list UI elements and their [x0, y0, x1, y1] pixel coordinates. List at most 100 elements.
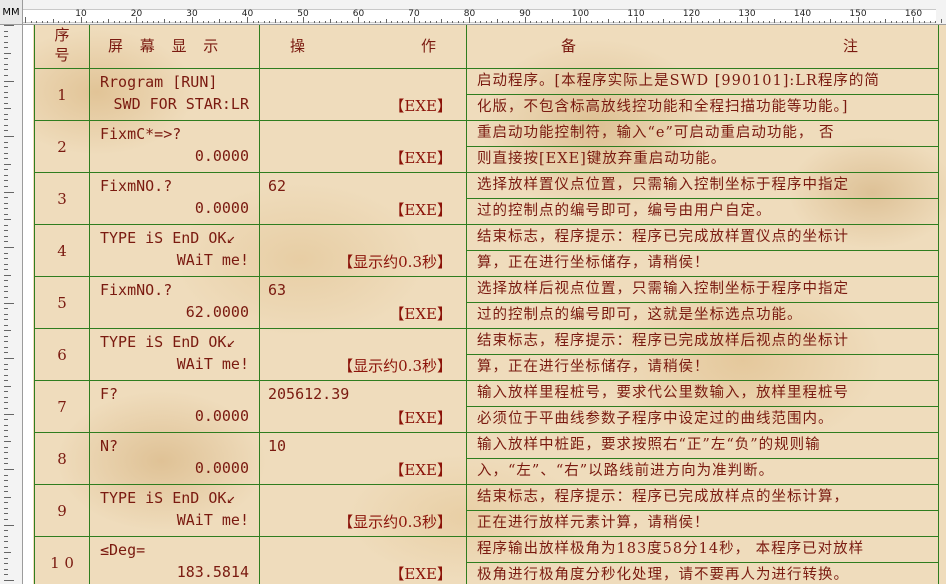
notes-line-2: 极角进行极角度分秒化处理，请不要再人为进行转换。	[477, 567, 849, 583]
ruler-tick-mark	[935, 21, 937, 23]
screen-display-line-1: Rrogram [RUN]	[100, 73, 218, 91]
ruler-tick-mark	[4, 130, 8, 132]
ruler-tick-mark	[4, 413, 14, 415]
ruler-tick-mark	[518, 21, 520, 23]
operation-cell: 63 【EXE】	[259, 276, 467, 329]
ruler-tick-mark	[713, 21, 715, 23]
ruler-tick-mark	[4, 230, 8, 232]
operation-cell: 205612.39 【EXE】	[259, 380, 467, 433]
ruler-tick-mark	[4, 25, 14, 26]
ruler-tick-mark	[202, 21, 204, 23]
row-index: 4	[34, 224, 90, 277]
horizontal-ruler[interactable]: 10 20 30 40 50 60 70 80 90 100 110 120 130 140 150 160	[23, 0, 946, 25]
ruler-tick-mark	[4, 197, 8, 199]
screen-display-cell: TYPE iS EnD OK↙ WAiT me!	[89, 224, 260, 277]
table-row: 7 F? 0.0000 205612.39 【EXE】 输入放样里程桩号，要求代公里数输入…	[34, 380, 939, 433]
ruler-tick-mark	[296, 21, 298, 23]
table-row: 4 TYPE iS EnD OK↙ WAiT me! 【显示约0.3秒】 结束标志，程序…	[34, 224, 939, 277]
ruler-tick-mark	[97, 21, 99, 23]
ruler-tick-mark	[4, 296, 8, 298]
screen-display-line-2: SWD FOR STAR:LR	[113, 95, 249, 113]
operation-key: 【显示约0.3秒】	[338, 357, 452, 375]
ruler-tick-mark	[4, 369, 8, 371]
ruler-tick-mark	[319, 21, 321, 23]
ruler-tick-mark	[4, 502, 8, 504]
ruler-tick-mark	[108, 19, 110, 23]
ruler-tick-mark	[657, 21, 659, 23]
ruler-tick-mark	[4, 136, 14, 137]
ruler-tick-mark	[502, 21, 504, 23]
ruler-tick-mark	[913, 17, 914, 23]
ruler-tick-mark	[4, 30, 8, 32]
ruler-tick-mark	[580, 17, 581, 23]
ruler-tick-mark	[180, 21, 182, 23]
table-row: 5 FixmNO.? 62.0000 63 【EXE】 选择放样后视点位置，只需输入控制坐…	[34, 276, 939, 329]
ruler-tick-mark	[4, 219, 11, 221]
ruler-tick-mark	[4, 147, 8, 149]
ruler-tick-mark	[263, 21, 265, 23]
screen-display-line-1: FixmNO.?	[100, 281, 173, 299]
ruler-tick-mark	[4, 263, 8, 265]
ruler-tick-mark	[857, 17, 859, 23]
ruler-tick-mark	[346, 21, 348, 23]
ruler-tick-mark	[868, 21, 870, 23]
ruler-tick-mark	[568, 21, 570, 23]
ruler-tick-mark	[824, 21, 826, 23]
ruler-tick-mark	[668, 21, 670, 23]
ruler-tick-mark	[102, 21, 104, 23]
ruler-tick-mark	[724, 21, 726, 23]
notes-line-2: 化版，不包含标高放线控功能和全程扫描功能等功能。]	[477, 99, 849, 115]
notes-line-1: 程序输出放样极角为183度58分14秒， 本程序已对放样	[467, 538, 938, 563]
notes-line-2: 必须位于平曲线参数子程序中设定过的曲线范围内。	[477, 411, 834, 427]
ruler-tick-mark	[474, 21, 476, 23]
operation-input	[261, 122, 466, 148]
operation-input: 63	[268, 281, 287, 299]
ruler-tick-mark	[213, 21, 215, 23]
ruler-tick-mark	[4, 546, 8, 548]
ruler-tick-mark	[4, 324, 8, 326]
notes-cell: 启动程序。[本程序实际上是SWD [990101]:LR程序的简 化版，不包含标高…	[466, 68, 939, 121]
notes-line-1: 结束标志，程序提示：程序已完成放样点的坐标计算，	[467, 486, 938, 511]
ruler-tick-mark	[4, 113, 8, 115]
ruler-tick-mark	[130, 21, 132, 23]
ruler-tick-mark	[52, 19, 54, 23]
ruler-tick-mark	[452, 21, 454, 23]
ruler-tick-mark	[4, 557, 8, 559]
ruler-tick-mark	[4, 535, 8, 537]
operation-input	[261, 330, 466, 356]
ruler-tick-mark	[746, 17, 748, 23]
ruler-tick-mark	[324, 21, 326, 23]
ruler-tick-mark	[557, 21, 559, 23]
notes-cell: 结束标志，程序提示：程序已完成放样点的坐标计算， 正在进行放样元素计算，请稍侯！	[466, 484, 939, 537]
ruler-tick-mark	[907, 21, 909, 23]
ruler-tick-mark	[169, 21, 171, 23]
ruler-tick-mark	[663, 19, 665, 23]
operation-input	[261, 486, 466, 512]
vertical-ruler[interactable]	[0, 25, 23, 584]
ruler-tick-mark	[818, 21, 820, 23]
ruler-tick-mark	[4, 58, 8, 60]
ruler-tick-mark	[4, 452, 8, 454]
table-row: 2 FixmC*=>? 0.0000 【EXE】 重启动功能控制符，输入“e”可启动重启…	[34, 120, 939, 173]
ruler-tick-mark	[4, 47, 8, 49]
operation-cell: 10 【EXE】	[259, 432, 467, 485]
operation-key: 【EXE】	[389, 149, 452, 167]
ruler-tick-mark	[230, 21, 232, 23]
notes-line-1: 重启动功能控制符，输入“e”可启动重启动功能， 否	[467, 122, 938, 147]
ruler-tick-mark	[696, 21, 698, 23]
ruler-tick-mark	[402, 21, 404, 23]
ruler-tick-mark	[496, 19, 498, 23]
ruler-tick-mark	[4, 563, 8, 565]
ruler-tick-mark	[330, 19, 332, 23]
ruler-tick-mark	[47, 21, 49, 23]
ruler-tick-mark	[613, 21, 615, 23]
ruler-tick-mark	[30, 21, 32, 23]
row-index-value: 9	[57, 501, 67, 520]
row-index: 1 0	[34, 536, 90, 584]
ruler-tick-mark	[224, 21, 226, 23]
ruler-tick-mark	[4, 285, 8, 287]
screen-display-line-1: N?	[100, 437, 119, 455]
ruler-tick-mark	[4, 241, 8, 243]
document-canvas[interactable]: 序 号 屏 幕 显 示 操 作 备 注 1 Rrogram [RUN] SWD …	[23, 25, 946, 584]
ruler-tick-mark	[457, 21, 459, 23]
